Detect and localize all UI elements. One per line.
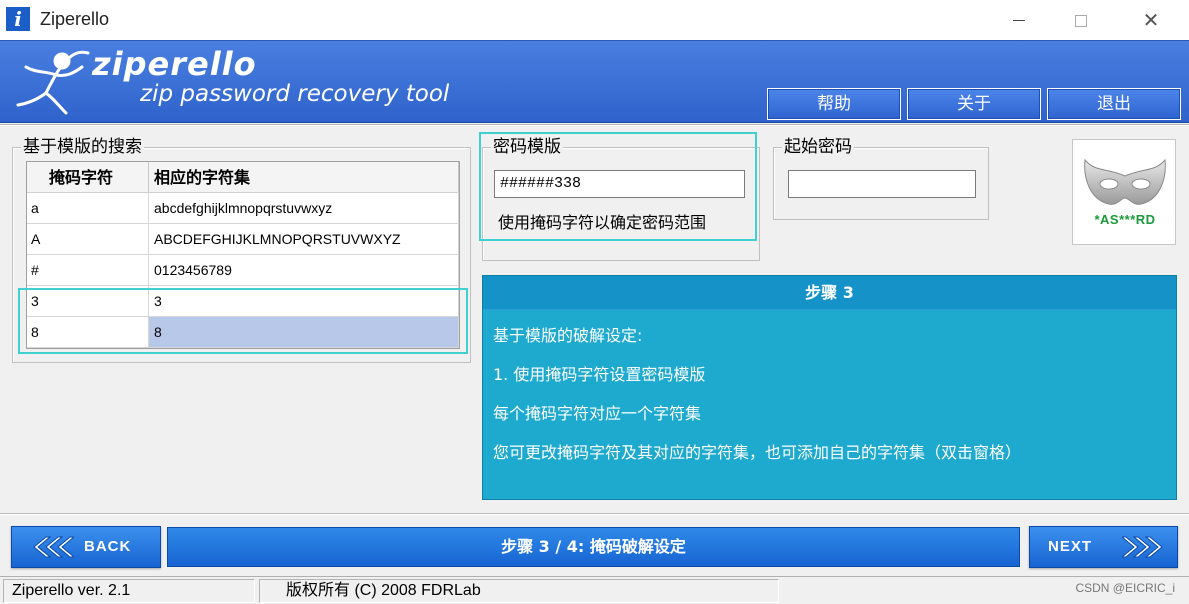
table-row[interactable]: a abcdefghijklmnopqrstuvwxyz (27, 193, 459, 224)
maximize-button[interactable] (1058, 0, 1104, 40)
mask-cell[interactable]: # (27, 255, 149, 285)
title-bar: i Ziperello ✕ (0, 0, 1189, 40)
watermark-text: CSDN @EICRIC_i (1075, 581, 1175, 595)
table-header: 掩码字符 相应的字符集 (27, 162, 459, 193)
advanced-archive-logo: *AS***RD (1072, 139, 1176, 245)
column-header-mask[interactable]: 掩码字符 (27, 162, 149, 192)
minimize-button[interactable] (996, 0, 1042, 40)
table-row[interactable]: A ABCDEFGHIJKLMNOPQRSTUVWXYZ (27, 224, 459, 255)
chevrons-left-icon (33, 536, 74, 558)
logo-tagline: zip password recovery tool (140, 81, 450, 107)
runner-logo-icon (16, 50, 90, 115)
step-line: 1. 使用掩码字符设置密码模版 (493, 365, 706, 384)
header-banner: ziperello zip password recovery tool 帮助 … (0, 40, 1189, 123)
start-password-label: 起始密码 (782, 137, 854, 157)
close-icon: ✕ (1142, 8, 1160, 32)
exit-button[interactable]: 退出 (1047, 88, 1181, 120)
mask-cell[interactable]: a (27, 193, 149, 223)
divider (0, 124, 1189, 126)
maximize-icon (1075, 14, 1087, 27)
back-button[interactable]: BACK (11, 526, 161, 568)
status-bar: Ziperello ver. 2.1 版权所有 (C) 2008 FDRLab (0, 576, 1189, 604)
back-label: BACK (84, 538, 132, 555)
window-title: Ziperello (40, 9, 110, 29)
next-button[interactable]: NEXT (1029, 526, 1178, 568)
logo-name: ziperello (92, 45, 257, 83)
mask-icon (1084, 158, 1166, 205)
start-password-input[interactable] (788, 170, 976, 198)
mask-cell[interactable]: A (27, 224, 149, 254)
step-line: 您可更改掩码字符及其对应的字符集，也可添加自己的字符集（双击窗格） (493, 443, 1022, 462)
table-row[interactable]: # 0123456789 (27, 255, 459, 286)
app-icon: i (6, 7, 30, 31)
template-search-label: 基于模版的搜索 (21, 137, 144, 157)
column-header-charset[interactable]: 相应的字符集 (149, 162, 459, 192)
copyright-text: 版权所有 (C) 2008 FDRLab (259, 579, 779, 603)
chevrons-right-icon (1122, 536, 1163, 558)
divider (0, 513, 1189, 515)
close-button[interactable]: ✕ (1128, 0, 1174, 40)
about-button[interactable]: 关于 (907, 88, 1041, 120)
version-text: Ziperello ver. 2.1 (3, 579, 255, 603)
charset-cell[interactable]: ABCDEFGHIJKLMNOPQRSTUVWXYZ (149, 224, 459, 254)
step-line: 基于模版的破解设定: (493, 326, 643, 345)
charset-cell[interactable]: 0123456789 (149, 255, 459, 285)
template-highlight (479, 132, 757, 241)
step-status-bar: 步骤 3 / 4: 掩码破解设定 (167, 527, 1020, 567)
help-button[interactable]: 帮助 (767, 88, 901, 120)
mask-logo-text: *AS***RD (1094, 212, 1156, 227)
step-line: 每个掩码字符对应一个字符集 (493, 404, 702, 423)
next-label: NEXT (1048, 538, 1093, 555)
charset-cell[interactable]: abcdefghijklmnopqrstuvwxyz (149, 193, 459, 223)
minimize-icon (1013, 20, 1025, 21)
step-info-panel: 步骤 3 基于模版的破解设定: 1. 使用掩码字符设置密码模版 每个掩码字符对应… (482, 275, 1177, 500)
step-title: 步骤 3 (483, 276, 1176, 310)
rows-highlight (18, 288, 468, 354)
